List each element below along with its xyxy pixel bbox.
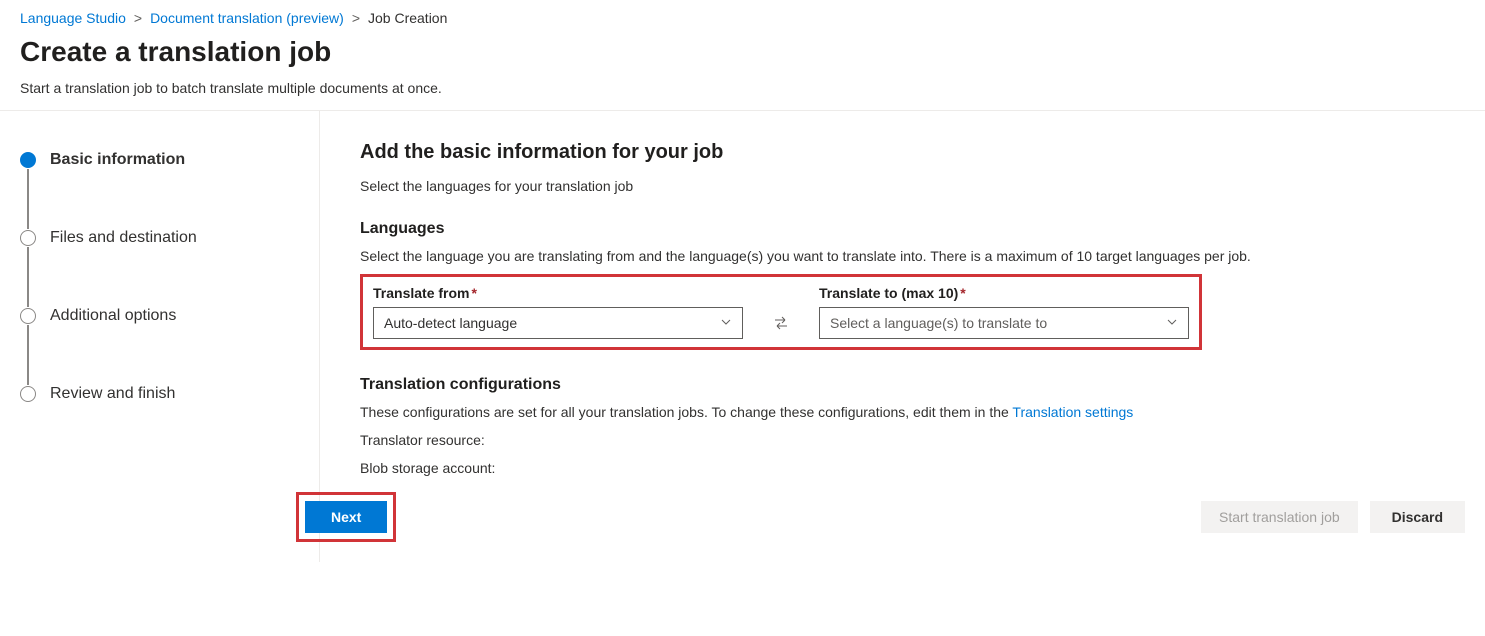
- section-sub: Select the languages for your translatio…: [360, 178, 1475, 194]
- step-basic-information[interactable]: Basic information: [20, 151, 299, 169]
- wizard-steps-sidebar: Basic information Files and destination …: [0, 111, 320, 562]
- translate-to-dropdown[interactable]: Select a language(s) to translate to: [819, 307, 1189, 339]
- step-label: Review and finish: [50, 385, 175, 403]
- translate-from-label: Translate from*: [373, 285, 743, 301]
- step-bullet-icon: [20, 308, 36, 324]
- section-heading: Add the basic information for your job: [360, 141, 1475, 164]
- config-desc-text: These configurations are set for all you…: [360, 404, 1012, 420]
- discard-button[interactable]: Discard: [1370, 501, 1465, 533]
- required-asterisk: *: [960, 285, 965, 301]
- languages-heading: Languages: [360, 220, 1475, 238]
- chevron-down-icon: [720, 315, 732, 331]
- required-asterisk: *: [471, 285, 476, 301]
- step-label: Additional options: [50, 307, 176, 325]
- chevron-right-icon: >: [352, 10, 360, 26]
- step-review-and-finish[interactable]: Review and finish: [20, 385, 299, 403]
- translation-settings-link[interactable]: Translation settings: [1012, 404, 1133, 420]
- translator-resource-label: Translator resource:: [360, 432, 1475, 448]
- swap-languages-button[interactable]: [765, 307, 797, 339]
- config-heading: Translation configurations: [360, 376, 1475, 394]
- next-highlight-box: Next: [296, 492, 396, 542]
- label-text: Translate to (max 10): [819, 285, 958, 301]
- breadcrumb-link-language-studio[interactable]: Language Studio: [20, 10, 126, 26]
- config-desc: These configurations are set for all you…: [360, 404, 1475, 420]
- step-additional-options[interactable]: Additional options: [20, 307, 299, 325]
- step-connector: [27, 247, 29, 307]
- main-content: Add the basic information for your job S…: [320, 111, 1485, 562]
- step-bullet-icon: [20, 386, 36, 402]
- start-translation-job-button: Start translation job: [1201, 501, 1358, 533]
- swap-icon: [773, 315, 789, 331]
- breadcrumb: Language Studio > Document translation (…: [0, 0, 1485, 30]
- translate-from-dropdown[interactable]: Auto-detect language: [373, 307, 743, 339]
- translate-from-group: Translate from* Auto-detect language: [373, 285, 743, 339]
- breadcrumb-link-document-translation[interactable]: Document translation (preview): [150, 10, 344, 26]
- breadcrumb-current: Job Creation: [368, 10, 447, 26]
- dropdown-placeholder: Select a language(s) to translate to: [830, 315, 1047, 331]
- step-bullet-icon: [20, 230, 36, 246]
- step-bullet-icon: [20, 152, 36, 168]
- next-button[interactable]: Next: [305, 501, 387, 533]
- step-files-and-destination[interactable]: Files and destination: [20, 229, 299, 247]
- step-connector: [27, 325, 29, 385]
- blob-storage-label: Blob storage account:: [360, 460, 1475, 476]
- page-subtitle: Start a translation job to batch transla…: [20, 80, 1465, 96]
- footer-actions: Next Start translation job Discard: [360, 492, 1475, 542]
- languages-highlight-box: Translate from* Auto-detect language Tr: [360, 274, 1202, 350]
- chevron-right-icon: >: [134, 10, 142, 26]
- chevron-down-icon: [1166, 315, 1178, 331]
- translate-to-label: Translate to (max 10)*: [819, 285, 1189, 301]
- step-connector: [27, 169, 29, 229]
- dropdown-value: Auto-detect language: [384, 315, 517, 331]
- step-label: Basic information: [50, 151, 185, 169]
- languages-desc: Select the language you are translating …: [360, 248, 1475, 264]
- page-title: Create a translation job: [20, 36, 1465, 68]
- step-label: Files and destination: [50, 229, 197, 247]
- translate-to-group: Translate to (max 10)* Select a language…: [819, 285, 1189, 339]
- label-text: Translate from: [373, 285, 469, 301]
